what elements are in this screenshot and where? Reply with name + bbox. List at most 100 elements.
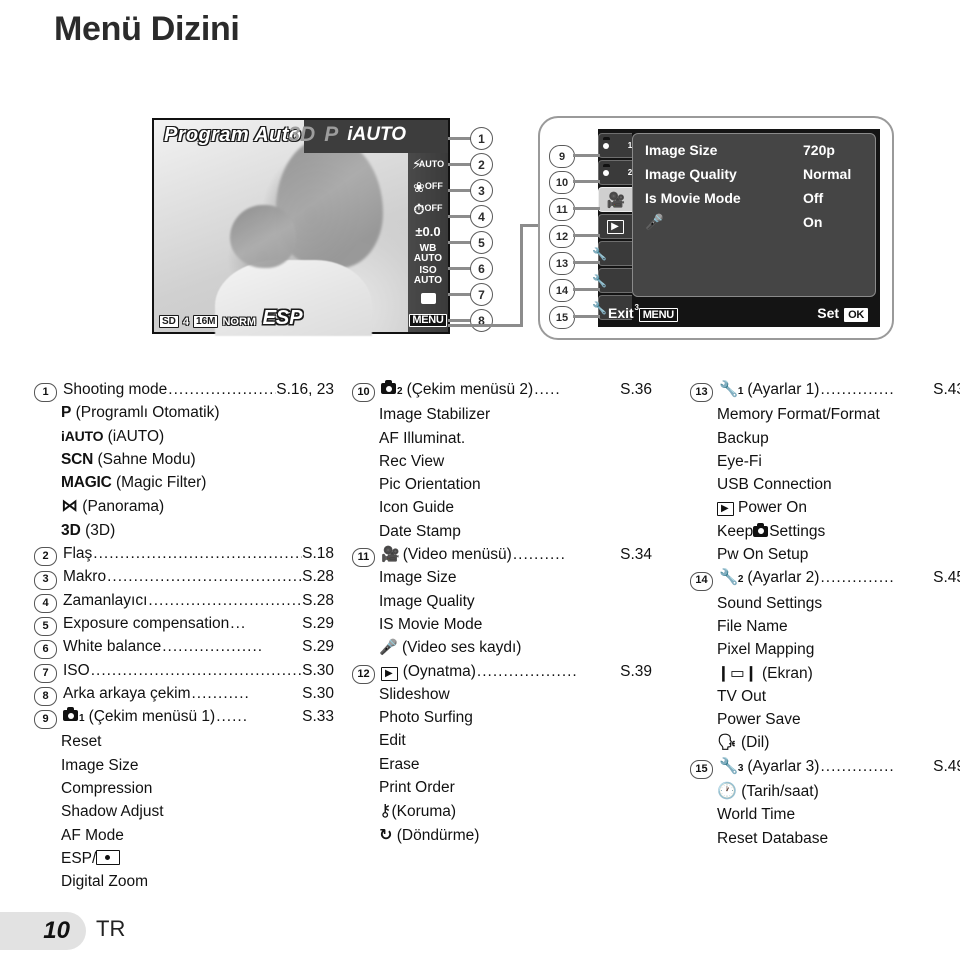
index-subitem: Pixel Mapping xyxy=(717,641,815,659)
ok-key-badge: OK xyxy=(844,307,868,322)
leader-8 xyxy=(448,319,472,322)
index-subitem: Image Stabilizer xyxy=(379,406,491,424)
leader-14 xyxy=(573,288,600,291)
index-subitem: Image Size xyxy=(61,756,139,774)
camera1-icon xyxy=(63,707,78,722)
callout-11: 11 xyxy=(549,198,575,221)
index-dots: .............. xyxy=(820,569,895,587)
menu-row-is-movie-mode[interactable]: Is Movie Mode Off xyxy=(645,186,865,210)
leader-11 xyxy=(573,207,600,210)
index-label-8: Arka arkaya çekim xyxy=(63,684,191,702)
index-subitem: Slideshow xyxy=(379,685,450,703)
index-subitem: 🎤 (Video ses kaydı) xyxy=(379,639,522,657)
index-num-10: 10 xyxy=(352,383,375,403)
index-page-6: S.29 xyxy=(302,638,334,656)
index-dots: ........................................… xyxy=(148,591,303,609)
index-column-1: 1 Shooting mode ........................… xyxy=(34,378,334,894)
video-tab-icon[interactable]: 🎥 xyxy=(598,187,632,212)
index-dots: ........... xyxy=(191,684,250,702)
index-subitem: AF Mode xyxy=(61,826,124,844)
index-num-14: 14 xyxy=(690,571,713,591)
camera-icon xyxy=(753,522,769,537)
camera2-tab-icon[interactable]: 2 xyxy=(598,160,632,185)
index-subitem: Sound Settings xyxy=(717,594,823,612)
compression-badge: NORM xyxy=(222,315,257,328)
index-page-9: S.33 xyxy=(302,708,334,726)
menu-value-movie-sound: On xyxy=(803,214,823,230)
index-subitem: Icon Guide xyxy=(379,499,454,517)
white-balance-icon: WB AUTO xyxy=(413,242,443,264)
figure-menu-directory: Program Auto 3D P iAUTO ⚡ AUTO ❀ OFF ⏱ OFF… xyxy=(0,98,960,360)
index-dots: .............. xyxy=(820,381,895,398)
sd-card-icon: SD xyxy=(159,315,179,328)
index-subitem: ❙▭❙ (Ekran) xyxy=(717,664,813,682)
index-subitem: Erase xyxy=(379,755,420,773)
index-dots: .......... xyxy=(512,546,566,564)
index-subitem: Compression xyxy=(61,780,153,798)
protect-key-icon: ⚷ xyxy=(379,801,392,821)
settings2-tab-icon[interactable]: 🔧2 xyxy=(592,268,639,293)
index-page-13: S.43 xyxy=(933,381,960,398)
index-subitem: Digital Zoom xyxy=(61,873,148,891)
video-icon: 🎥 xyxy=(381,546,400,564)
page-number: 10 xyxy=(0,912,86,950)
index-subitem: Keep Settings xyxy=(717,522,826,540)
callout-8: 8 xyxy=(470,309,493,332)
menu-tab-column: 1 2 🎥 ▶ 🔧1 🔧2 🔧3 xyxy=(592,133,639,320)
index-subitem: Image Quality xyxy=(379,592,475,610)
callout-13: 13 xyxy=(549,252,575,275)
index-page-12: S.39 xyxy=(620,662,652,680)
index-entry-15: 15 🔧3 (Ayarlar 3) .............. S.49 xyxy=(690,755,960,780)
menu-label-is-movie-mode: Is Movie Mode xyxy=(645,190,741,206)
callout-12: 12 xyxy=(549,225,575,248)
index-num-4: 4 xyxy=(34,593,57,613)
index-entry-10: 10 2 (Çekim menüsü 2) ..... S.36 xyxy=(352,378,652,403)
index-page-11: S.34 xyxy=(620,546,652,564)
callout-3: 3 xyxy=(470,179,493,202)
leader-13 xyxy=(573,261,600,264)
callout-10: 10 xyxy=(549,171,575,194)
index-entry-5: 5 Exposure compensation ... S.29 xyxy=(34,612,334,637)
index-num-11: 11 xyxy=(352,548,375,568)
index-subitem: Reset Database xyxy=(717,829,829,847)
menu-set-hint[interactable]: Set OK xyxy=(817,305,868,322)
menu-row-image-size[interactable]: Image Size 720p xyxy=(645,138,865,162)
index-label-11: (Video menüsü) xyxy=(402,546,512,564)
index-num-6: 6 xyxy=(34,640,57,660)
menu-label-image-quality: Image Quality xyxy=(645,166,737,182)
index-entry-7: 7 ISO ..................................… xyxy=(34,659,334,683)
index-dots: ........................................… xyxy=(90,661,303,679)
playback-tab-icon[interactable]: ▶ xyxy=(598,214,632,239)
menu-row-movie-sound[interactable]: 🎤 On xyxy=(645,210,865,234)
index-subitem: P (Programlı Otomatik) xyxy=(61,404,220,422)
clock-icon: 🕐 xyxy=(717,783,737,801)
lcd-bottom-bar: SD 4 16M NORM ESP xyxy=(154,306,408,332)
index-dots: ................... xyxy=(162,638,264,656)
leader-4 xyxy=(448,215,472,218)
camera1-tab-icon[interactable]: 1 xyxy=(598,133,632,158)
menu-exit-hint[interactable]: Exit MENU xyxy=(608,305,678,322)
index-subitem: Memory Format/Format xyxy=(717,406,880,424)
leader-5 xyxy=(448,241,472,244)
index-label-7: ISO xyxy=(63,661,90,679)
playback-icon: ▶ xyxy=(381,666,398,681)
lcd-status-icons: SD 4 16M NORM xyxy=(159,315,256,328)
lcd-right-status-strip: ⚡ AUTO ❀OFF ⏱OFF ±0.0 WBAUTO ISOAUTO xyxy=(408,153,448,332)
lcd-mode-selector: 3D P iAUTO xyxy=(288,123,406,147)
camera2-icon xyxy=(381,380,396,394)
settings1-tab-icon[interactable]: 🔧1 xyxy=(592,241,639,266)
settings3-icon: 🔧 xyxy=(719,757,738,775)
menu-value-is-movie-mode: Off xyxy=(803,190,824,206)
panorama-icon: ⋈ xyxy=(61,496,78,516)
callout-1: 1 xyxy=(470,127,493,150)
index-page-3: S.28 xyxy=(302,568,334,586)
index-num-2: 2 xyxy=(34,547,57,567)
index-column-3: 13 🔧1 (Ayarlar 1) .............. S.43 Me… xyxy=(690,378,960,850)
index-subitem: Edit xyxy=(379,732,406,750)
callout-14: 14 xyxy=(549,279,575,302)
index-subitem: 3D (3D) xyxy=(61,521,116,539)
index-page-15: S.49 xyxy=(933,757,960,775)
drive-mode-icon xyxy=(408,287,448,309)
menu-row-image-quality[interactable]: Image Quality Normal xyxy=(645,162,865,186)
exposure-compensation-icon: ±0.0 xyxy=(415,223,441,239)
